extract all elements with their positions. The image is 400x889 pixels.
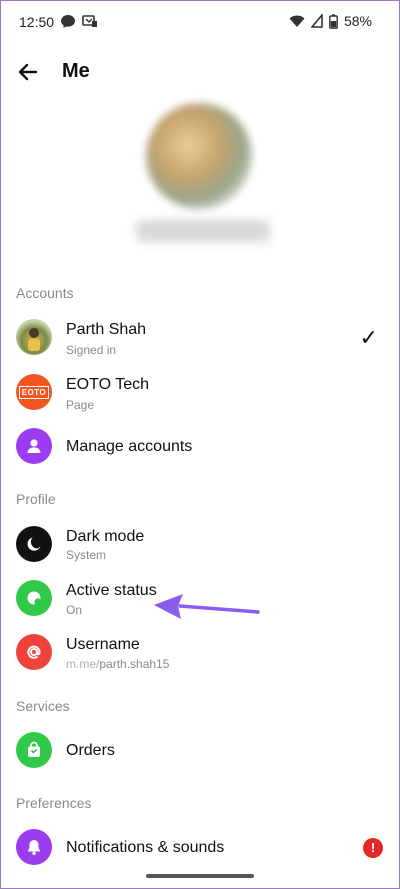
username-prefix: m.me/ <box>66 657 100 671</box>
dark-mode-label: Dark mode <box>66 528 145 545</box>
status-bar: 12:50 58% <box>0 0 400 42</box>
messenger-notification-icon <box>61 15 75 28</box>
avatar <box>16 319 52 355</box>
at-sign-icon <box>16 634 52 670</box>
top-app-bar: Me <box>0 48 400 94</box>
active-status-value: On <box>66 603 83 617</box>
alert-icon: ! <box>363 838 383 858</box>
orders-row[interactable]: Orders <box>0 724 400 776</box>
home-indicator[interactable] <box>146 874 254 878</box>
shopping-bag-glyph <box>28 741 40 757</box>
eoto-logo-text: EOTO <box>18 385 50 399</box>
user-photo-icon <box>28 328 40 351</box>
section-accounts: Accounts <box>16 285 74 301</box>
hotspot-icon <box>82 15 97 27</box>
dark-mode-row[interactable]: Dark mode System <box>0 518 400 570</box>
account-row-eoto-tech[interactable]: EOTO EOTO Tech Page <box>0 366 400 418</box>
section-preferences: Preferences <box>16 795 92 811</box>
account-name: EOTO Tech <box>66 376 149 393</box>
annotation-arrow-icon <box>154 594 260 619</box>
notifications-label: Notifications & sounds <box>66 839 225 856</box>
battery-icon <box>329 13 338 29</box>
account-name: Parth Shah <box>66 321 147 338</box>
account-row-parth-shah[interactable]: Parth Shah Signed in ✓ <box>0 311 400 363</box>
shopping-bag-icon <box>16 732 52 768</box>
profile-name-blurred <box>136 220 270 242</box>
username-label: Username <box>66 636 140 653</box>
eoto-logo: EOTO <box>16 374 52 410</box>
status-time: 12:50 <box>19 14 55 30</box>
page-title: Me <box>62 60 90 82</box>
battery-percent: 58% <box>343 13 372 29</box>
person-icon <box>16 428 52 464</box>
at-sign-glyph <box>27 645 41 659</box>
active-status-icon <box>16 580 52 616</box>
username-value: m.me/parth.shah15 <box>66 657 169 671</box>
bell-glyph <box>28 840 40 855</box>
checkmark-icon: ✓ <box>359 325 378 350</box>
moon-glyph <box>27 537 41 551</box>
orders-label: Orders <box>66 742 115 759</box>
profile-picture[interactable] <box>146 103 252 209</box>
username-row[interactable]: Username m.me/parth.shah15 <box>0 626 400 678</box>
person-glyph <box>27 439 41 453</box>
manage-accounts-row[interactable]: Manage accounts <box>0 420 400 472</box>
account-type: Page <box>66 398 95 412</box>
account-status: Signed in <box>66 343 117 357</box>
status-right-group: 58% <box>289 13 372 29</box>
wifi-icon <box>289 15 305 27</box>
notifications-row[interactable]: Notifications & sounds ! <box>0 821 400 873</box>
signal-icon <box>310 14 323 28</box>
arrow-left-icon[interactable] <box>16 60 40 84</box>
moon-icon <box>16 526 52 562</box>
bell-icon <box>16 829 52 865</box>
section-profile: Profile <box>16 491 56 507</box>
section-services: Services <box>16 698 70 714</box>
active-status-label: Active status <box>66 582 157 599</box>
username-handle: parth.shah15 <box>99 657 170 671</box>
active-status-glyph <box>27 591 42 606</box>
manage-accounts-label: Manage accounts <box>66 438 193 455</box>
dark-mode-value: System <box>66 548 107 562</box>
